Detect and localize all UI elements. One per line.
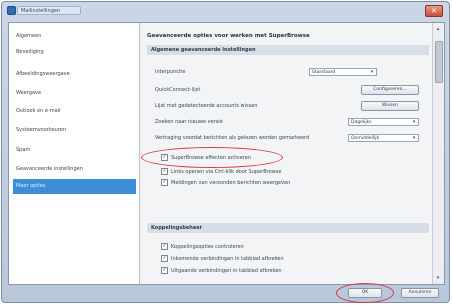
checkbox-label: Meldingen van verzonden berichten weerge… xyxy=(171,180,291,186)
configure-button[interactable]: Configureren... xyxy=(361,85,419,95)
group-header-koppelingsbeheer: Koppelingsbeheer xyxy=(147,223,429,233)
check-uitgaand[interactable]: ✓ Uitgaande verbindingen in tabblad afbre… xyxy=(161,267,282,275)
main-panel: Geavanceerde opties voor werken met Supe… xyxy=(141,23,431,284)
row-label-quickconnect: QuickConnect-lijst xyxy=(155,87,201,93)
sidebar-item-meer-opties[interactable]: Meer opties xyxy=(13,179,136,194)
checkbox-label: Links openen via Ctrl-klik door SuperBro… xyxy=(171,169,282,175)
scroll-thumb[interactable] xyxy=(435,41,443,83)
checkbox-label: Inkomende verbindingen in tabblad afbrek… xyxy=(171,256,284,262)
checkbox-label: Uitgaande verbindingen in tabblad afbrek… xyxy=(171,268,282,274)
cancel-button[interactable]: Annuleren xyxy=(401,288,439,298)
group-header-algemeen: Algemene geavanceerde instellingen xyxy=(147,45,429,55)
row-label-lijst-wissen: Lijst met gedetecteerde accounts wissen xyxy=(155,103,258,109)
sidebar-item-algemeen[interactable]: Algemeen xyxy=(13,30,136,42)
sidebar-item-systeemvoorkeuren[interactable]: Systeemvoorkeuren xyxy=(13,124,136,136)
interpunctie-dropdown[interactable]: Standaard ▾ xyxy=(309,68,377,76)
highlight-annotation xyxy=(336,283,394,303)
scroll-up-icon[interactable]: ▴ xyxy=(434,25,442,33)
dropdown-value: Onmiddellijk xyxy=(351,136,380,141)
dialog-client: Algemeen Beveiliging Afbeeldingsweergave… xyxy=(8,22,445,285)
app-icon xyxy=(7,6,16,15)
scroll-down-icon[interactable]: ▾ xyxy=(434,274,442,282)
checkbox[interactable]: ✓ xyxy=(161,168,168,175)
checkbox[interactable]: ✓ xyxy=(161,255,168,262)
check-koppelingsopties[interactable]: ✓ Koppelingsopties controleren xyxy=(161,243,244,251)
section-title: Geavanceerde opties voor werken met Supe… xyxy=(147,33,310,39)
row-label-interpunctie: Interpunctie xyxy=(155,69,186,75)
checkbox-label: Koppelingsopties controleren xyxy=(171,244,244,250)
checkbox[interactable]: ✓ xyxy=(161,267,168,274)
title-bar[interactable]: Mailinstellingen ✕ xyxy=(2,2,449,20)
check-notifications[interactable]: ✓ Meldingen van verzonden berichten weerg… xyxy=(161,179,290,187)
sidebar-item-spam[interactable]: Spam xyxy=(13,144,136,156)
vertical-scrollbar[interactable]: ▴ ▾ xyxy=(432,23,444,284)
dialog-footer: OK Annuleren xyxy=(2,283,449,303)
check-ctrl-click[interactable]: ✓ Links openen via Ctrl-klik door SuperBr… xyxy=(161,168,281,176)
row-label-nieuwe-versie: Zoeken naar nieuwe versie xyxy=(155,119,223,125)
close-button[interactable]: ✕ xyxy=(425,5,443,17)
window-title: Mailinstellingen xyxy=(17,6,81,15)
highlight-annotation xyxy=(141,147,283,168)
settings-window: Mailinstellingen ✕ Algemeen Beveiliging … xyxy=(1,1,450,303)
dropdown-value: Dagelijks xyxy=(351,120,372,125)
delay-dropdown[interactable]: Onmiddellijk ▾ xyxy=(348,134,419,142)
checkbox[interactable]: ✓ xyxy=(161,179,168,186)
chevron-down-icon: ▾ xyxy=(412,135,416,141)
sidebar-item-geavanceerd[interactable]: Geavanceerde instellingen xyxy=(13,163,136,175)
checkbox[interactable]: ✓ xyxy=(161,243,168,250)
check-inkomend[interactable]: ✓ Inkomende verbindingen in tabblad afbre… xyxy=(161,255,284,263)
chevron-down-icon: ▾ xyxy=(370,69,374,75)
clear-button[interactable]: Wissen xyxy=(361,101,419,111)
update-dropdown[interactable]: Dagelijks ▾ xyxy=(348,118,419,126)
dropdown-value: Standaard xyxy=(312,70,336,75)
row-label-vertraging: Vertraging voordat berichten als gelezen… xyxy=(155,135,310,141)
sidebar: Algemeen Beveiliging Afbeeldingsweergave… xyxy=(9,23,140,284)
sidebar-item-outlook[interactable]: Outlook en e-mail xyxy=(13,105,136,117)
sidebar-item-weergave[interactable]: Weergave xyxy=(13,87,136,99)
chevron-down-icon: ▾ xyxy=(412,119,416,125)
sidebar-item-beveiliging[interactable]: Beveiliging xyxy=(13,46,136,58)
sidebar-item-afbeeldingsweergave[interactable]: Afbeeldingsweergave xyxy=(13,68,136,80)
